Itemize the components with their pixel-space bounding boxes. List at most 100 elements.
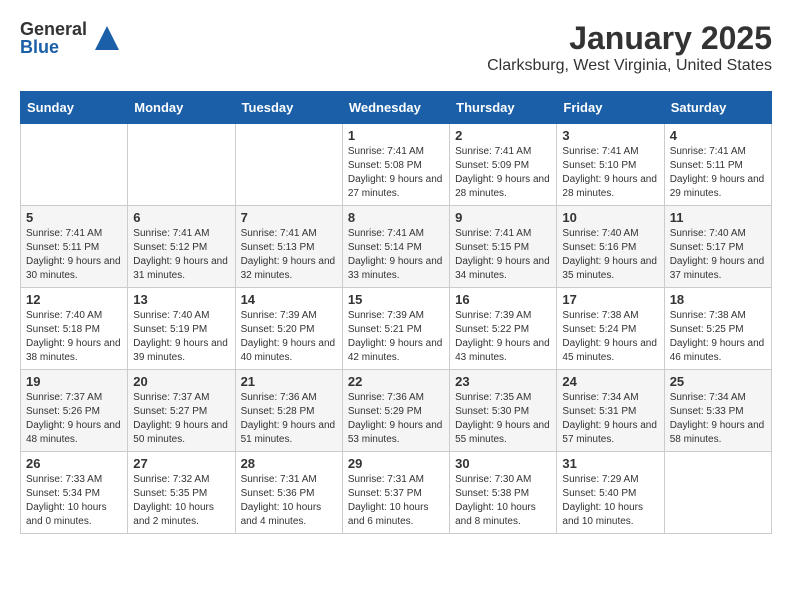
day-number: 27 xyxy=(133,456,229,471)
day-info: Sunrise: 7:41 AM Sunset: 5:15 PM Dayligh… xyxy=(455,227,551,283)
day-info: Sunrise: 7:36 AM Sunset: 5:28 PM Dayligh… xyxy=(241,391,337,447)
day-cell-5: 3 Sunrise: 7:41 AM Sunset: 5:10 PM Daylig… xyxy=(557,124,664,206)
day-info: Sunrise: 7:35 AM Sunset: 5:30 PM Dayligh… xyxy=(455,391,551,447)
day-cell-14: 12 Sunrise: 7:40 AM Sunset: 5:18 PM Dayli… xyxy=(21,288,128,370)
calendar-table: SundayMondayTuesdayWednesdayThursdayFrid… xyxy=(20,91,772,534)
day-info: Sunrise: 7:41 AM Sunset: 5:08 PM Dayligh… xyxy=(348,145,444,201)
day-cell-1 xyxy=(128,124,235,206)
day-number: 18 xyxy=(670,292,766,307)
week-row-2: 5 Sunrise: 7:41 AM Sunset: 5:11 PM Daylig… xyxy=(21,206,772,288)
day-number: 30 xyxy=(455,456,551,471)
day-cell-4: 2 Sunrise: 7:41 AM Sunset: 5:09 PM Daylig… xyxy=(450,124,557,206)
day-number: 10 xyxy=(562,210,658,225)
day-info: Sunrise: 7:41 AM Sunset: 5:09 PM Dayligh… xyxy=(455,145,551,201)
day-info: Sunrise: 7:40 AM Sunset: 5:16 PM Dayligh… xyxy=(562,227,658,283)
weekday-header-thursday: Thursday xyxy=(450,92,557,124)
day-cell-23: 21 Sunrise: 7:36 AM Sunset: 5:28 PM Dayli… xyxy=(235,370,342,452)
weekday-header-row: SundayMondayTuesdayWednesdayThursdayFrid… xyxy=(21,92,772,124)
day-cell-25: 23 Sunrise: 7:35 AM Sunset: 5:30 PM Dayli… xyxy=(450,370,557,452)
day-info: Sunrise: 7:37 AM Sunset: 5:27 PM Dayligh… xyxy=(133,391,229,447)
day-cell-16: 14 Sunrise: 7:39 AM Sunset: 5:20 PM Dayli… xyxy=(235,288,342,370)
week-row-1: 1 Sunrise: 7:41 AM Sunset: 5:08 PM Daylig… xyxy=(21,124,772,206)
day-cell-17: 15 Sunrise: 7:39 AM Sunset: 5:21 PM Dayli… xyxy=(342,288,449,370)
month-title: January 2025 xyxy=(487,20,772,57)
day-number: 21 xyxy=(241,374,337,389)
day-info: Sunrise: 7:37 AM Sunset: 5:26 PM Dayligh… xyxy=(26,391,122,447)
day-info: Sunrise: 7:33 AM Sunset: 5:34 PM Dayligh… xyxy=(26,473,122,529)
day-cell-34 xyxy=(664,452,771,534)
day-number: 13 xyxy=(133,292,229,307)
day-info: Sunrise: 7:41 AM Sunset: 5:11 PM Dayligh… xyxy=(26,227,122,283)
day-number: 20 xyxy=(133,374,229,389)
title-area: January 2025 Clarksburg, West Virginia, … xyxy=(487,20,772,75)
day-cell-8: 6Sunrise: 7:41 AM Sunset: 5:12 PM Daylig… xyxy=(128,206,235,288)
day-cell-32: 30 Sunrise: 7:30 AM Sunset: 5:38 PM Dayli… xyxy=(450,452,557,534)
logo-general: General xyxy=(20,20,87,38)
day-number: 24 xyxy=(562,374,658,389)
day-number: 5 xyxy=(26,210,122,225)
week-row-3: 12 Sunrise: 7:40 AM Sunset: 5:18 PM Dayli… xyxy=(21,288,772,370)
day-number: 3 xyxy=(562,128,658,143)
week-row-4: 19 Sunrise: 7:37 AM Sunset: 5:26 PM Dayli… xyxy=(21,370,772,452)
day-info: Sunrise: 7:41 AM Sunset: 5:13 PM Dayligh… xyxy=(241,227,337,283)
day-cell-21: 19 Sunrise: 7:37 AM Sunset: 5:26 PM Dayli… xyxy=(21,370,128,452)
day-number: 22 xyxy=(348,374,444,389)
day-number: 4 xyxy=(670,128,766,143)
day-cell-7: 5 Sunrise: 7:41 AM Sunset: 5:11 PM Daylig… xyxy=(21,206,128,288)
day-number: 11 xyxy=(670,210,766,225)
day-number: 7 xyxy=(241,210,337,225)
day-cell-28: 26 Sunrise: 7:33 AM Sunset: 5:34 PM Dayli… xyxy=(21,452,128,534)
weekday-header-sunday: Sunday xyxy=(21,92,128,124)
day-number: 29 xyxy=(348,456,444,471)
day-info: Sunrise: 7:39 AM Sunset: 5:20 PM Dayligh… xyxy=(241,309,337,365)
day-info: Sunrise: 7:41 AM Sunset: 5:12 PM Dayligh… xyxy=(133,227,229,283)
day-number: 16 xyxy=(455,292,551,307)
day-number: 14 xyxy=(241,292,337,307)
day-info: Sunrise: 7:41 AM Sunset: 5:14 PM Dayligh… xyxy=(348,227,444,283)
day-number: 9 xyxy=(455,210,551,225)
day-info: Sunrise: 7:40 AM Sunset: 5:17 PM Dayligh… xyxy=(670,227,766,283)
day-info: Sunrise: 7:38 AM Sunset: 5:24 PM Dayligh… xyxy=(562,309,658,365)
day-number: 31 xyxy=(562,456,658,471)
day-cell-15: 13 Sunrise: 7:40 AM Sunset: 5:19 PM Dayli… xyxy=(128,288,235,370)
day-number: 26 xyxy=(26,456,122,471)
day-info: Sunrise: 7:31 AM Sunset: 5:37 PM Dayligh… xyxy=(348,473,444,529)
day-number: 19 xyxy=(26,374,122,389)
logo-icon xyxy=(91,22,123,54)
day-cell-29: 27Sunrise: 7:32 AM Sunset: 5:35 PM Dayli… xyxy=(128,452,235,534)
day-info: Sunrise: 7:40 AM Sunset: 5:18 PM Dayligh… xyxy=(26,309,122,365)
day-info: Sunrise: 7:40 AM Sunset: 5:19 PM Dayligh… xyxy=(133,309,229,365)
day-number: 12 xyxy=(26,292,122,307)
location-title: Clarksburg, West Virginia, United States xyxy=(487,57,772,75)
weekday-header-monday: Monday xyxy=(128,92,235,124)
day-number: 17 xyxy=(562,292,658,307)
day-number: 15 xyxy=(348,292,444,307)
week-row-5: 26 Sunrise: 7:33 AM Sunset: 5:34 PM Dayli… xyxy=(21,452,772,534)
weekday-header-wednesday: Wednesday xyxy=(342,92,449,124)
day-cell-10: 8 Sunrise: 7:41 AM Sunset: 5:14 PM Daylig… xyxy=(342,206,449,288)
day-cell-22: 20 Sunrise: 7:37 AM Sunset: 5:27 PM Dayli… xyxy=(128,370,235,452)
logo: General Blue xyxy=(20,20,123,56)
day-cell-27: 25Sunrise: 7:34 AM Sunset: 5:33 PM Dayli… xyxy=(664,370,771,452)
day-info: Sunrise: 7:29 AM Sunset: 5:40 PM Dayligh… xyxy=(562,473,658,529)
day-info: Sunrise: 7:41 AM Sunset: 5:10 PM Dayligh… xyxy=(562,145,658,201)
day-number: 2 xyxy=(455,128,551,143)
day-cell-9: 7 Sunrise: 7:41 AM Sunset: 5:13 PM Daylig… xyxy=(235,206,342,288)
weekday-header-tuesday: Tuesday xyxy=(235,92,342,124)
day-number: 23 xyxy=(455,374,551,389)
day-number: 1 xyxy=(348,128,444,143)
day-cell-13: 11 Sunrise: 7:40 AM Sunset: 5:17 PM Dayli… xyxy=(664,206,771,288)
day-cell-18: 16 Sunrise: 7:39 AM Sunset: 5:22 PM Dayli… xyxy=(450,288,557,370)
day-cell-20: 18Sunrise: 7:38 AM Sunset: 5:25 PM Dayli… xyxy=(664,288,771,370)
day-cell-31: 29 Sunrise: 7:31 AM Sunset: 5:37 PM Dayli… xyxy=(342,452,449,534)
day-cell-6: 4 Sunrise: 7:41 AM Sunset: 5:11 PM Daylig… xyxy=(664,124,771,206)
day-cell-3: 1 Sunrise: 7:41 AM Sunset: 5:08 PM Daylig… xyxy=(342,124,449,206)
day-info: Sunrise: 7:36 AM Sunset: 5:29 PM Dayligh… xyxy=(348,391,444,447)
day-info: Sunrise: 7:39 AM Sunset: 5:22 PM Dayligh… xyxy=(455,309,551,365)
day-info: Sunrise: 7:39 AM Sunset: 5:21 PM Dayligh… xyxy=(348,309,444,365)
day-info: Sunrise: 7:30 AM Sunset: 5:38 PM Dayligh… xyxy=(455,473,551,529)
day-number: 8 xyxy=(348,210,444,225)
weekday-header-friday: Friday xyxy=(557,92,664,124)
day-info: Sunrise: 7:41 AM Sunset: 5:11 PM Dayligh… xyxy=(670,145,766,201)
logo-blue: Blue xyxy=(20,38,87,56)
